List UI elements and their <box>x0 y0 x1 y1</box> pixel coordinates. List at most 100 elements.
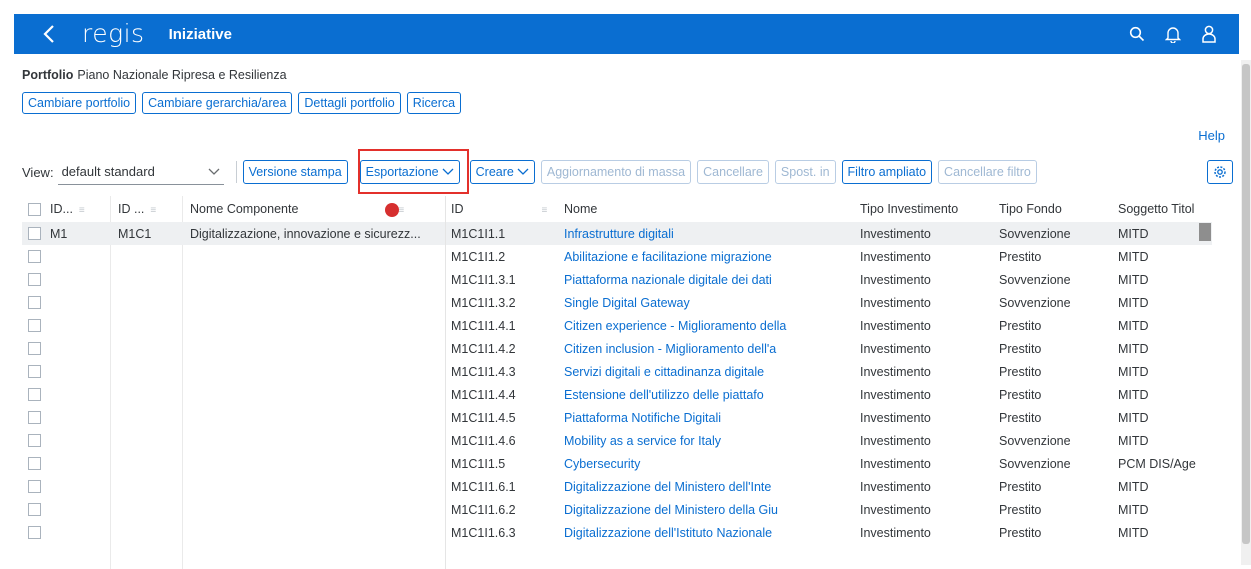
back-icon[interactable] <box>28 14 70 54</box>
table-scrollbar-thumb[interactable] <box>1199 223 1211 241</box>
table-row[interactable]: M1C1I1.6.1 Digitalizzazione del Ministero… <box>446 475 1212 498</box>
table-row[interactable]: M1C1I1.4.6 Mobility as a service for Ita… <box>446 429 1212 452</box>
table-row[interactable] <box>22 245 445 268</box>
table-row[interactable]: M1C1I1.4.3 Servizi digitali e cittadinanz… <box>446 360 1212 383</box>
col-header-id1[interactable]: ID... ≡ <box>45 202 113 216</box>
table-row[interactable]: M1C1I1.4.5 Piattaforma Notifiche Digital… <box>446 406 1212 429</box>
portfolio-details-button[interactable]: Dettagli portfolio <box>298 92 401 114</box>
extended-filter-button[interactable]: Filtro ampliato <box>841 160 933 184</box>
app-logo[interactable]: regis <box>82 14 145 54</box>
table-row[interactable]: M1C1I1.6.3 Digitalizzazione dell'Istituto… <box>446 521 1212 544</box>
col-header-nome-componente[interactable]: Nome Componente ≡ <box>185 202 440 216</box>
row-checkbox[interactable] <box>28 250 41 263</box>
help-link[interactable]: Help <box>1198 128 1225 143</box>
cell-id1: M1 <box>50 226 68 241</box>
cell-nome[interactable]: Cybersecurity <box>559 457 855 471</box>
cell-nome[interactable]: Mobility as a service for Italy <box>559 434 855 448</box>
gear-icon <box>1214 166 1226 178</box>
table-row[interactable]: M1C1I1.3.1 Piattaforma nazionale digitale… <box>446 268 1212 291</box>
table-row[interactable]: M1C1I1.4.2 Citizen inclusion - Migliorame… <box>446 337 1212 360</box>
cell-nome[interactable]: Digitalizzazione del Ministero della Giu <box>559 503 855 517</box>
col-header-id[interactable]: ID ≡ <box>446 202 559 216</box>
table-row[interactable]: M1C1I1.5 Cybersecurity Investimento Sovvenz… <box>446 452 1212 475</box>
cell-tipo-investimento: Investimento <box>860 272 931 287</box>
clear-filter-button[interactable]: Cancellare filtro <box>938 160 1037 184</box>
row-checkbox[interactable] <box>28 319 41 332</box>
cell-id2: M1C1 <box>118 226 152 241</box>
cell-nome[interactable]: Estensione dell'utilizzo delle piattafo <box>559 388 855 402</box>
create-button[interactable]: Creare <box>469 160 535 184</box>
table-row[interactable]: M1C1I1.1 Infrastrutture digitali Investime… <box>446 222 1212 245</box>
cell-nome[interactable]: Citizen inclusion - Miglioramento dell'a <box>559 342 855 356</box>
cell-nome[interactable]: Piattaforma Notifiche Digitali <box>559 411 855 425</box>
cell-nome[interactable]: Abilitazione e facilitazione migrazione <box>559 250 855 264</box>
left-table: ID... ≡ ID ... ≡ Nome Componente ≡ M1 M1C1 … <box>22 196 446 569</box>
row-checkbox[interactable] <box>28 526 41 539</box>
change-portfolio-button[interactable]: Cambiare portfolio <box>22 92 137 114</box>
row-checkbox[interactable] <box>28 434 41 447</box>
cell-id: M1C1I1.1 <box>451 226 506 241</box>
cell-soggetto: MITD <box>1118 387 1149 402</box>
search-icon[interactable] <box>1119 14 1155 54</box>
row-checkbox[interactable] <box>28 503 41 516</box>
row-checkbox[interactable] <box>28 457 41 470</box>
change-hierarchy-button[interactable]: Cambiare gerarchia/area <box>142 92 293 114</box>
col-header-tipo-fondo[interactable]: Tipo Fondo <box>994 202 1113 216</box>
cell-nome[interactable]: Piattaforma nazionale digitale dei dati <box>559 273 855 287</box>
table-row[interactable] <box>22 498 445 521</box>
row-checkbox[interactable] <box>28 480 41 493</box>
view-select[interactable]: default standard <box>57 159 224 185</box>
table-row[interactable]: M1C1I1.2 Abilitazione e facilitazione mig… <box>446 245 1212 268</box>
table-row[interactable] <box>22 521 445 544</box>
cell-nome[interactable]: Citizen experience - Miglioramento della <box>559 319 855 333</box>
col-header-id2[interactable]: ID ... ≡ <box>113 202 185 216</box>
row-checkbox[interactable] <box>28 411 41 424</box>
table-row[interactable] <box>22 314 445 337</box>
cell-nome[interactable]: Infrastrutture digitali <box>559 227 855 241</box>
row-checkbox[interactable] <box>28 227 41 240</box>
cell-tipo-fondo: Sovvenzione <box>999 272 1071 287</box>
row-checkbox[interactable] <box>28 296 41 309</box>
print-version-button[interactable]: Versione stampa <box>242 160 348 184</box>
cell-nome[interactable]: Digitalizzazione del Ministero dell'Inte <box>559 480 855 494</box>
row-checkbox[interactable] <box>28 273 41 286</box>
shell-bar: regis Iniziative <box>14 14 1239 54</box>
cell-nome[interactable]: Digitalizzazione dell'Istituto Nazionale <box>559 526 855 540</box>
portfolio-header: Portfolio Piano Nazionale Ripresa e Resil… <box>14 54 1239 122</box>
row-checkbox[interactable] <box>28 388 41 401</box>
settings-button[interactable] <box>1207 160 1233 184</box>
table-row[interactable]: M1C1I1.3.2 Single Digital Gateway Investi… <box>446 291 1212 314</box>
table-row[interactable]: M1C1I1.6.2 Digitalizzazione del Ministero… <box>446 498 1212 521</box>
table-row[interactable]: M1C1I1.4.4 Estensione dell'utilizzo dell… <box>446 383 1212 406</box>
move-button[interactable]: Spost. in <box>774 160 836 184</box>
table-row[interactable]: M1C1I1.4.1 Citizen experience - Miglioram… <box>446 314 1212 337</box>
cell-nome[interactable]: Single Digital Gateway <box>559 296 855 310</box>
table-row[interactable] <box>22 406 445 429</box>
cell-id: M1C1I1.3.1 <box>451 272 516 287</box>
table-row[interactable] <box>22 429 445 452</box>
bell-icon[interactable] <box>1155 14 1191 54</box>
delete-button[interactable]: Cancellare <box>697 160 769 184</box>
table-row[interactable] <box>22 383 445 406</box>
select-all-checkbox[interactable] <box>28 202 41 216</box>
search-button[interactable]: Ricerca <box>406 92 462 114</box>
col-header-tipo-investimento[interactable]: Tipo Investimento <box>855 202 994 216</box>
table-row[interactable] <box>22 337 445 360</box>
cell-tipo-investimento: Investimento <box>860 318 931 333</box>
user-icon[interactable] <box>1191 14 1227 54</box>
table-row[interactable] <box>22 291 445 314</box>
col-header-nome[interactable]: Nome <box>559 202 855 216</box>
row-checkbox[interactable] <box>28 342 41 355</box>
cell-tipo-investimento: Investimento <box>860 479 931 494</box>
col-header-soggetto[interactable]: Soggetto Titol <box>1113 202 1203 216</box>
cell-tipo-fondo: Prestito <box>999 525 1042 540</box>
table-row[interactable] <box>22 475 445 498</box>
mass-update-button[interactable]: Aggiornamento di massa <box>540 160 692 184</box>
table-row[interactable] <box>22 268 445 291</box>
row-checkbox[interactable] <box>28 365 41 378</box>
cell-nome[interactable]: Servizi digitali e cittadinanza digitale <box>559 365 855 379</box>
table-row[interactable] <box>22 360 445 383</box>
page-scrollbar-thumb[interactable] <box>1242 64 1250 544</box>
table-row[interactable]: M1 M1C1 Digitalizzazione, innovazione e … <box>22 222 445 245</box>
table-row[interactable] <box>22 452 445 475</box>
